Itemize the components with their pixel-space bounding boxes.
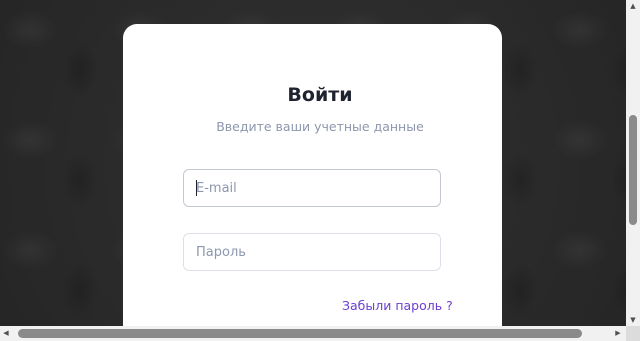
vertical-scrollbar[interactable]: ▲ ▼ xyxy=(626,0,640,326)
scroll-left-icon[interactable]: ◀ xyxy=(0,326,12,341)
page-title: Войти xyxy=(287,84,353,106)
vertical-scroll-thumb[interactable] xyxy=(629,115,637,225)
email-input[interactable] xyxy=(183,169,441,207)
password-input[interactable] xyxy=(183,233,441,271)
login-subtitle: Введите ваши учетные данные xyxy=(216,119,424,134)
text-cursor xyxy=(196,180,197,196)
scroll-right-icon[interactable]: ▶ xyxy=(612,326,624,341)
scroll-up-icon[interactable]: ▲ xyxy=(626,0,640,12)
forgot-password-link[interactable]: Забыли пароль ? xyxy=(342,298,453,313)
scroll-down-icon[interactable]: ▼ xyxy=(626,314,640,326)
horizontal-scrollbar[interactable]: ◀ ▶ xyxy=(0,326,626,341)
page-background xyxy=(0,0,626,326)
scrollbar-corner xyxy=(626,326,640,341)
horizontal-scroll-thumb[interactable] xyxy=(18,329,582,338)
